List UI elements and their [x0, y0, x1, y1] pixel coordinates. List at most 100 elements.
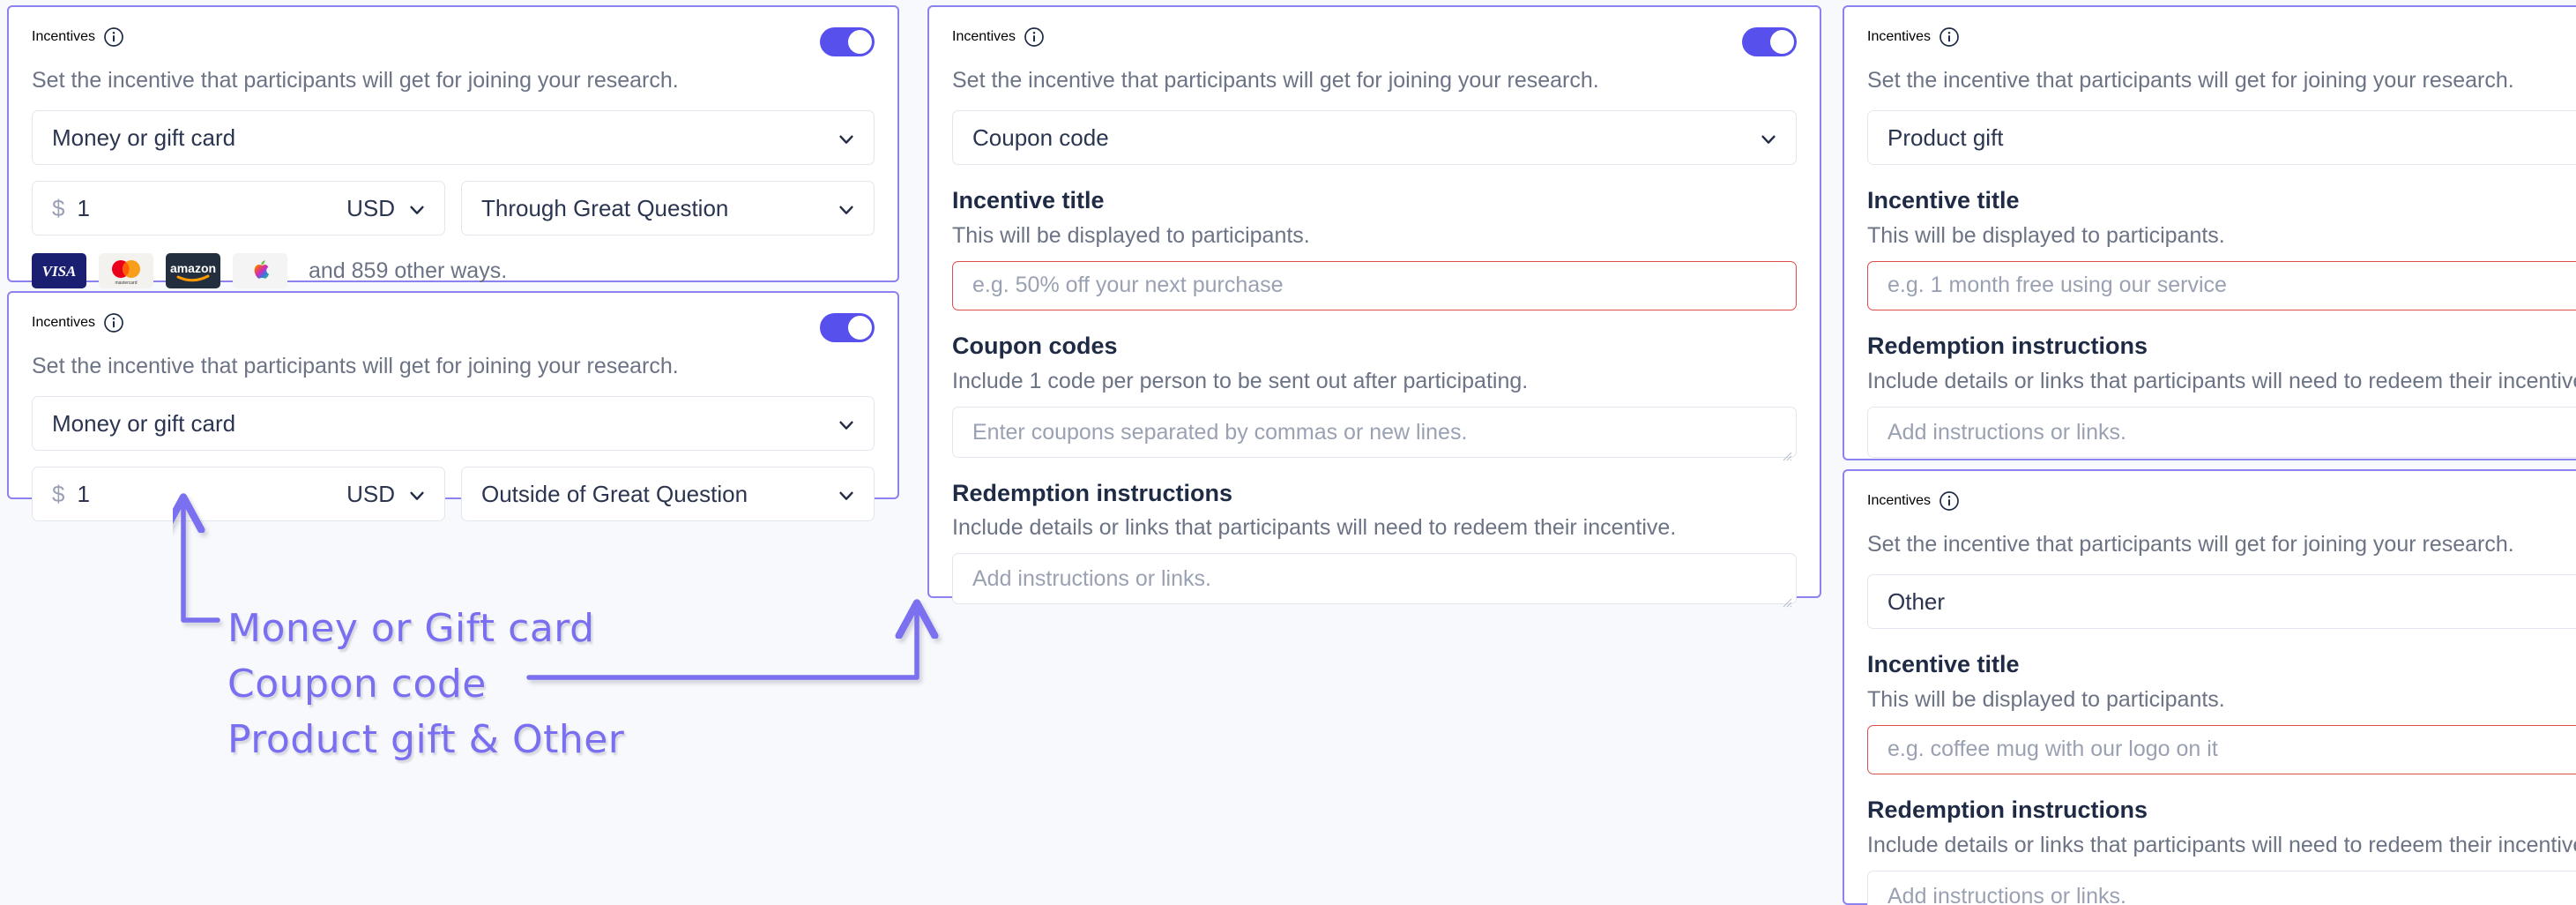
card-title: Incentives [1867, 29, 1932, 44]
incentives-comparison-board: Incentives Set the incentive that partic… [0, 0, 2576, 905]
incentive-title-field: Incentive title This will be displayed t… [1867, 652, 2576, 774]
card-title-row: Incentives [1867, 490, 1960, 512]
toggle-knob [1770, 30, 1794, 54]
incentive-type-select[interactable]: Coupon code [952, 110, 1797, 166]
incentive-card-money-through-great-question: Incentives Set the incentive that partic… [7, 5, 899, 289]
amount-input[interactable]: $ 1 USD [32, 467, 445, 522]
redemption-instructions-placeholder: Add instructions or links. [1887, 419, 2126, 445]
chevron-down-icon [837, 484, 856, 504]
toggle-knob [848, 316, 872, 340]
redemption-instructions-textarea[interactable]: Add instructions or links. [1867, 406, 2576, 458]
amount-and-payout-row: $ 1 USD Outside of Great Question [32, 467, 875, 522]
amount-value: 1 [77, 480, 90, 507]
annotation-label-product-gift-and-other: Product gift & Other [227, 717, 625, 762]
card-title-row: Incentives [32, 312, 124, 333]
incentive-title-help: This will be displayed to participants. [952, 222, 1310, 248]
card-subtitle: Set the incentive that participants will… [32, 68, 679, 93]
incentives-toggle[interactable] [1742, 27, 1797, 56]
svg-text:VISA: VISA [42, 263, 77, 280]
incentive-type-value: Coupon code [972, 123, 1109, 151]
incentives-toggle[interactable] [820, 27, 875, 56]
currency-symbol: $ [52, 480, 65, 507]
svg-text:mastercard: mastercard [115, 280, 137, 286]
resize-handle-icon[interactable] [1780, 442, 1792, 461]
card-title-row: Incentives [952, 26, 1045, 48]
incentive-title-input[interactable]: e.g. coffee mug with our logo on it [1867, 724, 2576, 774]
card-header: Incentives [1867, 26, 2576, 56]
payment-methods-note: and 859 other ways. [309, 258, 508, 283]
amount-input[interactable]: $ 1 USD [32, 181, 445, 236]
incentive-card-other: Incentives Set the incentive that partic… [1843, 469, 2576, 905]
info-circle-icon[interactable] [103, 26, 124, 48]
chevron-down-icon [1759, 128, 1778, 147]
card-title-row: Incentives [1867, 26, 1960, 48]
redemption-instructions-help: Include details or links that participan… [1867, 832, 2576, 857]
redemption-instructions-placeholder: Add instructions or links. [1887, 883, 2126, 905]
redemption-instructions-field: Redemption instructions Include details … [952, 479, 1797, 608]
resize-handle-icon[interactable] [1780, 588, 1792, 608]
currency-code: USD [346, 194, 395, 221]
chevron-down-icon[interactable] [407, 198, 427, 218]
incentive-title-field: Incentive title This will be displayed t… [952, 188, 1797, 310]
currency-code: USD [346, 480, 395, 507]
incentive-title-input[interactable]: e.g. 50% off your next purchase [952, 260, 1797, 310]
chevron-down-icon [837, 414, 856, 433]
incentive-title-field: Incentive title This will be displayed t… [1867, 188, 2576, 310]
incentive-title-help: This will be displayed to participants. [1867, 222, 2225, 248]
payment-logos-row: VISA mastercard amazon and 859 other way… [32, 253, 875, 289]
incentive-type-select[interactable]: Money or gift card [32, 110, 875, 166]
amount-value: 1 [77, 194, 90, 221]
incentive-type-value: Product gift [1887, 123, 2004, 151]
incentive-card-money-outside-great-question: Incentives Set the incentive that partic… [7, 291, 899, 522]
amazon-logo: amazon [166, 253, 220, 289]
redemption-instructions-help: Include details or links that participan… [1867, 368, 2576, 393]
card-subtitle: Set the incentive that participants will… [952, 68, 1599, 93]
chevron-down-icon[interactable] [407, 484, 427, 504]
incentive-title-help: This will be displayed to participants. [1867, 686, 2225, 712]
redemption-instructions-field: Redemption instructions Include details … [1867, 333, 2576, 458]
info-circle-icon[interactable] [1939, 26, 1960, 48]
card-subtitle: Set the incentive that participants will… [1867, 68, 2514, 93]
incentive-title-label: Incentive title [1867, 187, 2020, 214]
annotation-label-money-or-gift-card: Money or Gift card [227, 606, 595, 651]
card-title: Incentives [32, 315, 96, 330]
card-title: Incentives [32, 29, 96, 44]
redemption-instructions-placeholder: Add instructions or links. [972, 566, 1211, 592]
apple-logo [233, 253, 287, 289]
coupon-codes-label: Coupon codes [952, 332, 1118, 359]
redemption-instructions-textarea[interactable]: Add instructions or links. [1867, 870, 2576, 905]
incentive-title-label: Incentive title [1867, 651, 2020, 678]
info-circle-icon[interactable] [103, 312, 124, 333]
redemption-instructions-label: Redemption instructions [1867, 796, 2148, 823]
incentive-type-select[interactable]: Money or gift card [32, 396, 875, 452]
incentive-title-input[interactable]: e.g. 1 month free using our service [1867, 260, 2576, 310]
incentive-type-select[interactable]: Other [1867, 574, 2576, 630]
card-title: Incentives [952, 29, 1016, 44]
incentives-toggle[interactable] [820, 313, 875, 342]
coupon-codes-textarea[interactable]: Enter coupons separated by commas or new… [952, 406, 1797, 461]
payout-method-select[interactable]: Through Great Question [461, 181, 875, 236]
info-circle-icon[interactable] [1939, 490, 1960, 512]
card-header: Incentives [32, 312, 875, 342]
currency-symbol: $ [52, 194, 65, 221]
incentive-card-product-gift: Incentives Set the incentive that partic… [1843, 5, 2576, 460]
info-circle-icon[interactable] [1024, 26, 1045, 48]
coupon-codes-field: Coupon codes Include 1 code per person t… [952, 332, 1797, 461]
card-title: Incentives [1867, 493, 1932, 508]
redemption-instructions-label: Redemption instructions [952, 479, 1233, 506]
coupon-codes-placeholder: Enter coupons separated by commas or new… [972, 419, 1468, 445]
redemption-instructions-textarea[interactable]: Add instructions or links. [952, 553, 1797, 608]
coupon-codes-help: Include 1 code per person to be sent out… [952, 368, 1529, 393]
payout-method-select[interactable]: Outside of Great Question [461, 467, 875, 522]
card-subtitle: Set the incentive that participants will… [32, 354, 679, 378]
incentive-type-value: Money or gift card [52, 409, 236, 437]
card-subtitle: Set the incentive that participants will… [1867, 532, 2514, 557]
redemption-instructions-help: Include details or links that participan… [952, 515, 1677, 541]
payout-method-value: Through Great Question [481, 194, 729, 221]
annotation-label-coupon-code: Coupon code [227, 662, 487, 707]
card-header: Incentives [1867, 490, 2576, 520]
incentive-title-label: Incentive title [952, 187, 1105, 214]
svg-text:amazon: amazon [170, 261, 216, 275]
redemption-instructions-field: Redemption instructions Include details … [1867, 797, 2576, 905]
incentive-type-select[interactable]: Product gift [1867, 110, 2576, 166]
